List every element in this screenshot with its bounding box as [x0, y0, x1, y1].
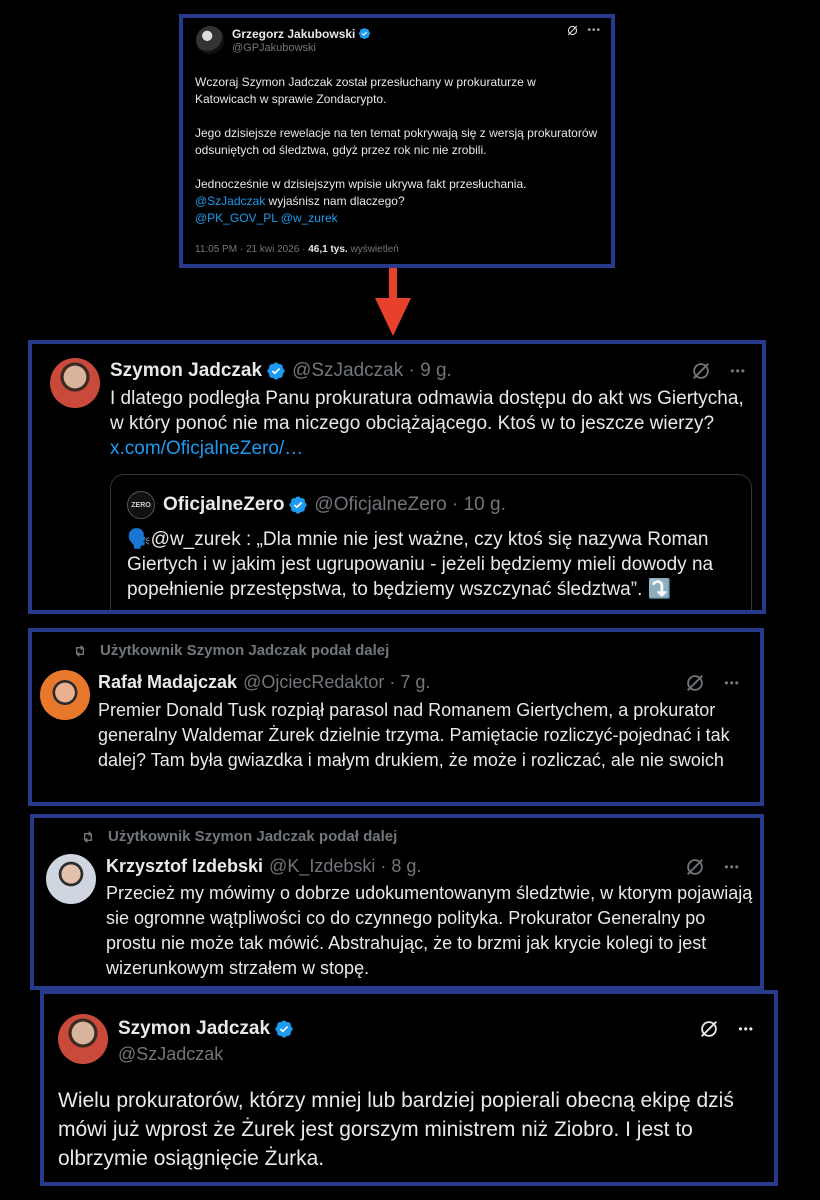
grok-icon[interactable]	[566, 24, 579, 37]
mention-link[interactable]: @PK_GOV_PL @w_zurek	[195, 210, 600, 227]
verified-badge-icon	[266, 361, 286, 381]
author-name[interactable]: OficjalneZero	[163, 494, 284, 516]
quoted-text: @w_zurek : „Dla mnie nie jest ważne, czy…	[127, 529, 714, 600]
tweet-card-izdebski-repost[interactable]: Użytkownik Szymon Jadczak podał dalej Kr…	[30, 814, 764, 990]
arrow-down-icon	[375, 268, 411, 336]
repost-label[interactable]: Użytkownik Szymon Jadczak podał dalej	[108, 828, 397, 845]
repost-icon	[72, 643, 88, 659]
author-name[interactable]: Grzegorz Jakubowski	[232, 27, 355, 41]
tweet-card-madajczak-repost[interactable]: Użytkownik Szymon Jadczak podał dalej Ra…	[28, 628, 764, 806]
tweet-text: Premier Donald Tusk rozpiął parasol nad …	[98, 700, 730, 770]
views-label: wyświetleń	[347, 244, 399, 255]
tweet-text-paragraph: Jednocześnie w dzisiejszym wpisie ukrywa…	[195, 177, 527, 191]
more-icon[interactable]: •••	[730, 365, 746, 377]
author-handle[interactable]: @SzJadczak · 9 g.	[292, 360, 452, 382]
tweet-text: I dlatego podległa Panu prokuratura odma…	[110, 388, 744, 434]
repost-label[interactable]: Użytkownik Szymon Jadczak podał dalej	[100, 642, 389, 659]
tweet-card-jakubowski[interactable]: Grzegorz Jakubowski @GPJakubowski ••• Wc…	[179, 14, 615, 268]
mention-link[interactable]: @SzJadczak	[195, 194, 265, 208]
grok-icon[interactable]	[684, 856, 706, 878]
author-handle[interactable]: @K_Izdebski · 8 g.	[269, 856, 421, 877]
views-count: 46,1 tys.	[308, 244, 348, 255]
tweet-card-jadczak-reply[interactable]: Szymon Jadczak @SzJadczak · 9 g. ••• I d…	[28, 340, 766, 614]
author-name[interactable]: Szymon Jadczak	[110, 360, 262, 382]
avatar[interactable]	[58, 1014, 108, 1064]
timestamp[interactable]: 11:05 PM · 21 kwi 2026 ·	[195, 244, 308, 255]
tweet-text: wyjaśnisz nam dlaczego?	[265, 194, 405, 208]
verified-badge-icon	[288, 495, 308, 515]
quoted-tweet[interactable]: ZERO OficjalneZero @OficjalneZero · 10 g…	[110, 474, 752, 610]
tweet-text: Wielu prokuratorów, którzy mniej lub bar…	[58, 1089, 734, 1170]
author-handle[interactable]: @SzJadczak	[118, 1044, 294, 1065]
avatar[interactable]	[46, 854, 96, 904]
external-link[interactable]: x.com/OficjalneZero/…	[110, 436, 760, 461]
author-handle[interactable]: @OjciecRedaktor · 7 g.	[243, 672, 430, 693]
repost-icon	[80, 829, 96, 845]
tweet-meta: 11:05 PM · 21 kwi 2026 · 46,1 tys. wyświ…	[195, 244, 399, 255]
avatar-logo-text: ZERO	[131, 501, 151, 509]
avatar[interactable]	[50, 358, 100, 408]
more-icon[interactable]: •••	[724, 861, 740, 873]
grok-icon[interactable]	[690, 360, 712, 382]
author-handle[interactable]: @OficjalneZero · 10 g.	[314, 494, 505, 516]
tweet-text: Przecież my mówimy o dobrze udokumentowa…	[106, 883, 753, 978]
more-icon[interactable]: •••	[724, 677, 740, 689]
verified-badge-icon	[358, 27, 371, 40]
more-icon[interactable]: •••	[738, 1023, 754, 1035]
tweet-card-jadczak-main[interactable]: Szymon Jadczak @SzJadczak ••• Wielu prok…	[40, 990, 778, 1186]
verified-badge-icon	[274, 1019, 294, 1039]
grok-icon[interactable]	[684, 672, 706, 694]
avatar[interactable]	[40, 670, 90, 720]
author-handle[interactable]: @GPJakubowski	[232, 42, 371, 54]
avatar[interactable]	[196, 26, 224, 54]
author-name[interactable]: Krzysztof Izdebski	[106, 856, 263, 877]
tweet-text-paragraph: Wczoraj Szymon Jadczak został przesłucha…	[195, 75, 536, 106]
grok-icon[interactable]	[698, 1018, 720, 1040]
author-name[interactable]: Rafał Madajczak	[98, 672, 237, 693]
avatar[interactable]: ZERO	[127, 491, 155, 519]
author-name[interactable]: Szymon Jadczak	[118, 1018, 270, 1040]
speaking-head-icon: 🗣️	[127, 529, 151, 550]
more-icon[interactable]: •••	[587, 25, 601, 36]
tweet-text-paragraph: Jego dzisiejsze rewelacje na ten temat p…	[195, 126, 598, 157]
